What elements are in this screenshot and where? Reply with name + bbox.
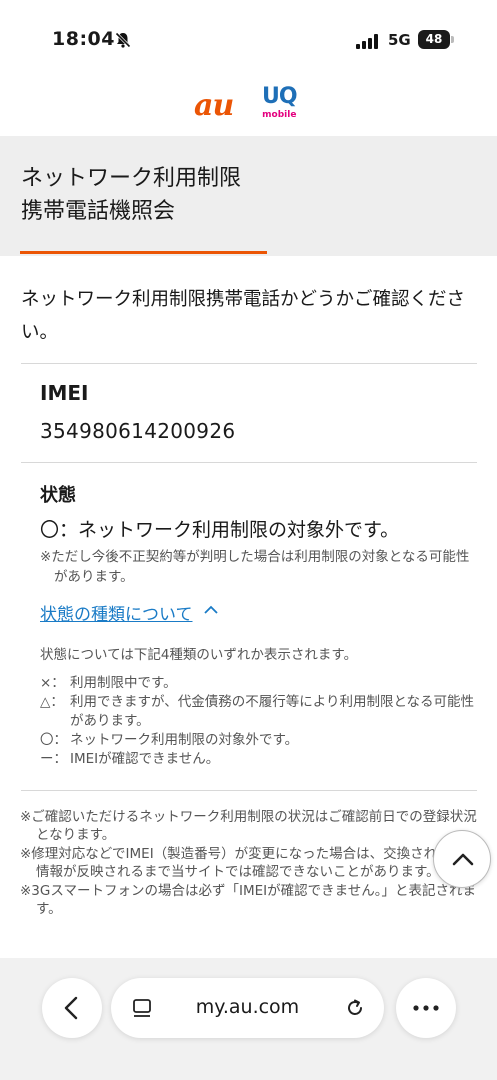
imei-value: 354980614200926: [40, 419, 236, 443]
uq-mobile-logo[interactable]: UQ mobile: [262, 84, 298, 121]
state-value: 〇：ネットワーク利用制限の対象外です。: [40, 519, 400, 541]
list-item: ×： 利用制限中です。: [40, 674, 480, 693]
scroll-to-top-button[interactable]: [433, 830, 491, 888]
state-description: ネットワーク利用制限の対象外です。: [70, 732, 299, 748]
title-band: ネットワーク利用制限 携帯電話機照会: [0, 136, 497, 256]
chevron-up-icon: [452, 853, 474, 866]
footnote: ※修理対応などでIMEI（製造番号）が変更になった場合は、交換された旨の情報が反…: [20, 846, 478, 880]
state-note: ※ただし今後不正契約等が判明した場合は利用制限の対象となる可能性があります。: [40, 549, 470, 585]
state-description: 利用制限中です。: [70, 675, 177, 691]
state-description: 利用できますが、代金債務の不履行等により利用制限となる可能性があります。: [70, 694, 475, 729]
signal-strength-icon: [356, 33, 380, 49]
footnote: ※3Gスマートフォンの場合は必ず「IMEIが確認できません。」と表記されます。: [20, 883, 476, 917]
state-types-description: 状態については下記4種類のいずれか表示されます。: [40, 647, 358, 663]
divider: [21, 363, 477, 364]
state-symbol: 〇：: [40, 732, 67, 748]
divider: [21, 462, 477, 463]
uq-logo-text: UQ: [262, 84, 298, 109]
au-logo[interactable]: au: [194, 88, 234, 123]
chevron-left-icon: [64, 996, 78, 1020]
more-options-button[interactable]: [396, 978, 456, 1038]
imei-label: IMEI: [40, 381, 89, 405]
back-button[interactable]: [42, 978, 102, 1038]
intro-text: ネットワーク利用制限携帯電話かどうかご確認ください。: [21, 289, 466, 343]
address-bar[interactable]: my.au.com: [111, 978, 384, 1038]
ellipsis-icon: [413, 1005, 439, 1011]
title-underline: [20, 251, 267, 254]
list-item: 〇： ネットワーク利用制限の対象外です。: [40, 731, 480, 750]
status-bar: 18:04 5G 48: [0, 0, 497, 78]
reload-icon[interactable]: [343, 996, 367, 1020]
state-symbol: ×：: [40, 675, 65, 691]
battery-icon: 48: [418, 30, 450, 49]
state-symbol: △：: [40, 694, 64, 710]
network-type: 5G: [388, 31, 411, 49]
state-types-link[interactable]: 状態の種類について: [40, 600, 193, 625]
list-item: △： 利用できますが、代金債務の不履行等により利用制限となる可能性があります。: [40, 693, 480, 731]
bell-slash-icon: [115, 32, 131, 48]
footnotes: ※ご確認いただけるネットワーク利用制限の状況はご確認前日での登録状況となります。…: [20, 808, 480, 919]
page-title: ネットワーク利用制限 携帯電話機照会: [21, 162, 241, 228]
chevron-up-icon[interactable]: [203, 604, 219, 616]
browser-toolbar: my.au.com: [0, 958, 497, 1080]
state-symbol: ー：: [40, 751, 67, 767]
uq-logo-sub: mobile: [262, 110, 297, 120]
battery-cap: [451, 36, 454, 43]
divider: [21, 790, 477, 791]
page-title-line1: ネットワーク利用制限: [21, 166, 242, 191]
list-item: ー： IMEIが確認できません。: [40, 750, 480, 769]
brand-header: au UQ mobile: [0, 86, 497, 130]
state-description: IMEIが確認できません。: [70, 751, 220, 767]
state-label: 状態: [40, 485, 76, 506]
clock: 18:04: [52, 28, 115, 50]
state-types-list: ×： 利用制限中です。 △： 利用できますが、代金債務の不履行等により利用制限となる…: [40, 674, 480, 769]
footnote: ※ご確認いただけるネットワーク利用制限の状況はご確認前日での登録状況となります。: [20, 809, 477, 843]
page-title-line2: 携帯電話機照会: [21, 199, 176, 224]
